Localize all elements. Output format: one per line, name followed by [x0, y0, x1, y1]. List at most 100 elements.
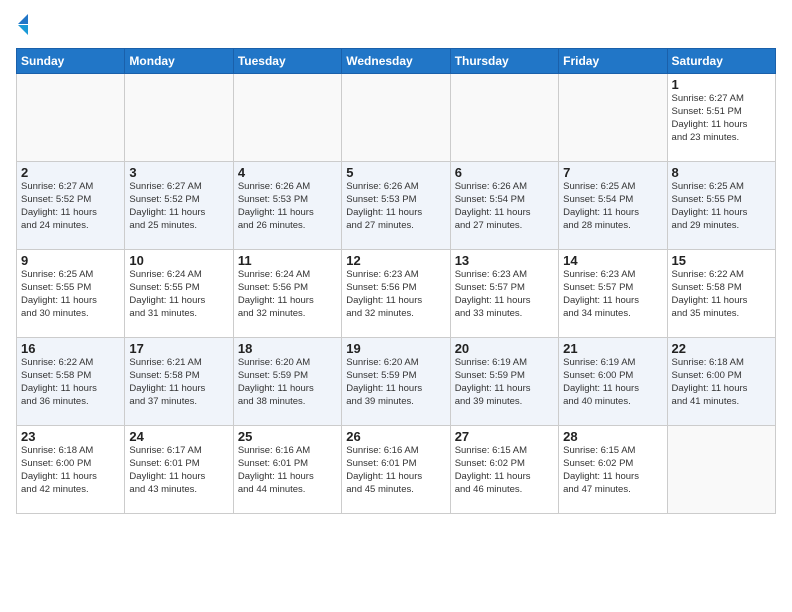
- calendar-cell: 10Sunrise: 6:24 AM Sunset: 5:55 PM Dayli…: [125, 250, 233, 338]
- calendar-cell: 26Sunrise: 6:16 AM Sunset: 6:01 PM Dayli…: [342, 426, 450, 514]
- calendar-cell: 6Sunrise: 6:26 AM Sunset: 5:54 PM Daylig…: [450, 162, 558, 250]
- calendar-cell: 2Sunrise: 6:27 AM Sunset: 5:52 PM Daylig…: [17, 162, 125, 250]
- day-number: 4: [238, 165, 337, 180]
- day-info: Sunrise: 6:19 AM Sunset: 6:00 PM Dayligh…: [563, 357, 662, 408]
- logo: [16, 16, 28, 40]
- calendar-cell: 3Sunrise: 6:27 AM Sunset: 5:52 PM Daylig…: [125, 162, 233, 250]
- day-info: Sunrise: 6:25 AM Sunset: 5:55 PM Dayligh…: [21, 269, 120, 320]
- day-info: Sunrise: 6:27 AM Sunset: 5:52 PM Dayligh…: [129, 181, 228, 232]
- day-number: 21: [563, 341, 662, 356]
- day-info: Sunrise: 6:26 AM Sunset: 5:54 PM Dayligh…: [455, 181, 554, 232]
- day-number: 14: [563, 253, 662, 268]
- calendar-week-row: 2Sunrise: 6:27 AM Sunset: 5:52 PM Daylig…: [17, 162, 776, 250]
- day-info: Sunrise: 6:23 AM Sunset: 5:57 PM Dayligh…: [563, 269, 662, 320]
- calendar-week-row: 9Sunrise: 6:25 AM Sunset: 5:55 PM Daylig…: [17, 250, 776, 338]
- day-number: 18: [238, 341, 337, 356]
- calendar-cell: 23Sunrise: 6:18 AM Sunset: 6:00 PM Dayli…: [17, 426, 125, 514]
- day-info: Sunrise: 6:21 AM Sunset: 5:58 PM Dayligh…: [129, 357, 228, 408]
- day-number: 16: [21, 341, 120, 356]
- day-number: 22: [672, 341, 771, 356]
- day-number: 17: [129, 341, 228, 356]
- day-number: 23: [21, 429, 120, 444]
- day-info: Sunrise: 6:27 AM Sunset: 5:52 PM Dayligh…: [21, 181, 120, 232]
- day-info: Sunrise: 6:15 AM Sunset: 6:02 PM Dayligh…: [455, 445, 554, 496]
- calendar-cell: [559, 74, 667, 162]
- day-info: Sunrise: 6:20 AM Sunset: 5:59 PM Dayligh…: [346, 357, 445, 408]
- col-header-thursday: Thursday: [450, 49, 558, 74]
- calendar-header-row: SundayMondayTuesdayWednesdayThursdayFrid…: [17, 49, 776, 74]
- day-number: 12: [346, 253, 445, 268]
- day-number: 3: [129, 165, 228, 180]
- day-number: 26: [346, 429, 445, 444]
- calendar-cell: [342, 74, 450, 162]
- day-info: Sunrise: 6:18 AM Sunset: 6:00 PM Dayligh…: [21, 445, 120, 496]
- calendar-cell: 28Sunrise: 6:15 AM Sunset: 6:02 PM Dayli…: [559, 426, 667, 514]
- day-number: 9: [21, 253, 120, 268]
- day-number: 5: [346, 165, 445, 180]
- calendar-cell: [125, 74, 233, 162]
- calendar-week-row: 1Sunrise: 6:27 AM Sunset: 5:51 PM Daylig…: [17, 74, 776, 162]
- col-header-friday: Friday: [559, 49, 667, 74]
- day-number: 11: [238, 253, 337, 268]
- day-number: 8: [672, 165, 771, 180]
- day-number: 6: [455, 165, 554, 180]
- day-info: Sunrise: 6:22 AM Sunset: 5:58 PM Dayligh…: [21, 357, 120, 408]
- day-number: 13: [455, 253, 554, 268]
- calendar-cell: 27Sunrise: 6:15 AM Sunset: 6:02 PM Dayli…: [450, 426, 558, 514]
- day-info: Sunrise: 6:27 AM Sunset: 5:51 PM Dayligh…: [672, 93, 771, 144]
- day-info: Sunrise: 6:15 AM Sunset: 6:02 PM Dayligh…: [563, 445, 662, 496]
- calendar-table: SundayMondayTuesdayWednesdayThursdayFrid…: [16, 48, 776, 514]
- calendar-cell: [17, 74, 125, 162]
- calendar-cell: 17Sunrise: 6:21 AM Sunset: 5:58 PM Dayli…: [125, 338, 233, 426]
- calendar-cell: 1Sunrise: 6:27 AM Sunset: 5:51 PM Daylig…: [667, 74, 775, 162]
- day-number: 19: [346, 341, 445, 356]
- day-info: Sunrise: 6:24 AM Sunset: 5:55 PM Dayligh…: [129, 269, 228, 320]
- day-number: 7: [563, 165, 662, 180]
- calendar-week-row: 16Sunrise: 6:22 AM Sunset: 5:58 PM Dayli…: [17, 338, 776, 426]
- calendar-cell: 5Sunrise: 6:26 AM Sunset: 5:53 PM Daylig…: [342, 162, 450, 250]
- calendar-cell: 24Sunrise: 6:17 AM Sunset: 6:01 PM Dayli…: [125, 426, 233, 514]
- calendar-cell: 4Sunrise: 6:26 AM Sunset: 5:53 PM Daylig…: [233, 162, 341, 250]
- day-info: Sunrise: 6:26 AM Sunset: 5:53 PM Dayligh…: [238, 181, 337, 232]
- day-info: Sunrise: 6:23 AM Sunset: 5:57 PM Dayligh…: [455, 269, 554, 320]
- day-info: Sunrise: 6:19 AM Sunset: 5:59 PM Dayligh…: [455, 357, 554, 408]
- day-number: 28: [563, 429, 662, 444]
- calendar-cell: 21Sunrise: 6:19 AM Sunset: 6:00 PM Dayli…: [559, 338, 667, 426]
- col-header-monday: Monday: [125, 49, 233, 74]
- day-info: Sunrise: 6:25 AM Sunset: 5:55 PM Dayligh…: [672, 181, 771, 232]
- calendar-cell: 16Sunrise: 6:22 AM Sunset: 5:58 PM Dayli…: [17, 338, 125, 426]
- calendar-cell: 19Sunrise: 6:20 AM Sunset: 5:59 PM Dayli…: [342, 338, 450, 426]
- calendar-cell: 20Sunrise: 6:19 AM Sunset: 5:59 PM Dayli…: [450, 338, 558, 426]
- day-number: 1: [672, 77, 771, 92]
- calendar-cell: 11Sunrise: 6:24 AM Sunset: 5:56 PM Dayli…: [233, 250, 341, 338]
- day-info: Sunrise: 6:18 AM Sunset: 6:00 PM Dayligh…: [672, 357, 771, 408]
- calendar-cell: 8Sunrise: 6:25 AM Sunset: 5:55 PM Daylig…: [667, 162, 775, 250]
- day-info: Sunrise: 6:17 AM Sunset: 6:01 PM Dayligh…: [129, 445, 228, 496]
- day-number: 27: [455, 429, 554, 444]
- day-number: 24: [129, 429, 228, 444]
- day-number: 2: [21, 165, 120, 180]
- logo-text-block: [16, 16, 28, 40]
- calendar-cell: [233, 74, 341, 162]
- calendar-cell: 25Sunrise: 6:16 AM Sunset: 6:01 PM Dayli…: [233, 426, 341, 514]
- calendar-week-row: 23Sunrise: 6:18 AM Sunset: 6:00 PM Dayli…: [17, 426, 776, 514]
- page-header: [16, 10, 776, 40]
- calendar-cell: 7Sunrise: 6:25 AM Sunset: 5:54 PM Daylig…: [559, 162, 667, 250]
- calendar-cell: [450, 74, 558, 162]
- col-header-sunday: Sunday: [17, 49, 125, 74]
- day-info: Sunrise: 6:22 AM Sunset: 5:58 PM Dayligh…: [672, 269, 771, 320]
- col-header-saturday: Saturday: [667, 49, 775, 74]
- col-header-wednesday: Wednesday: [342, 49, 450, 74]
- calendar-cell: [667, 426, 775, 514]
- day-info: Sunrise: 6:26 AM Sunset: 5:53 PM Dayligh…: [346, 181, 445, 232]
- calendar-cell: 14Sunrise: 6:23 AM Sunset: 5:57 PM Dayli…: [559, 250, 667, 338]
- day-number: 15: [672, 253, 771, 268]
- calendar-cell: 15Sunrise: 6:22 AM Sunset: 5:58 PM Dayli…: [667, 250, 775, 338]
- day-info: Sunrise: 6:25 AM Sunset: 5:54 PM Dayligh…: [563, 181, 662, 232]
- day-info: Sunrise: 6:23 AM Sunset: 5:56 PM Dayligh…: [346, 269, 445, 320]
- day-info: Sunrise: 6:16 AM Sunset: 6:01 PM Dayligh…: [238, 445, 337, 496]
- day-info: Sunrise: 6:24 AM Sunset: 5:56 PM Dayligh…: [238, 269, 337, 320]
- col-header-tuesday: Tuesday: [233, 49, 341, 74]
- day-info: Sunrise: 6:20 AM Sunset: 5:59 PM Dayligh…: [238, 357, 337, 408]
- day-number: 25: [238, 429, 337, 444]
